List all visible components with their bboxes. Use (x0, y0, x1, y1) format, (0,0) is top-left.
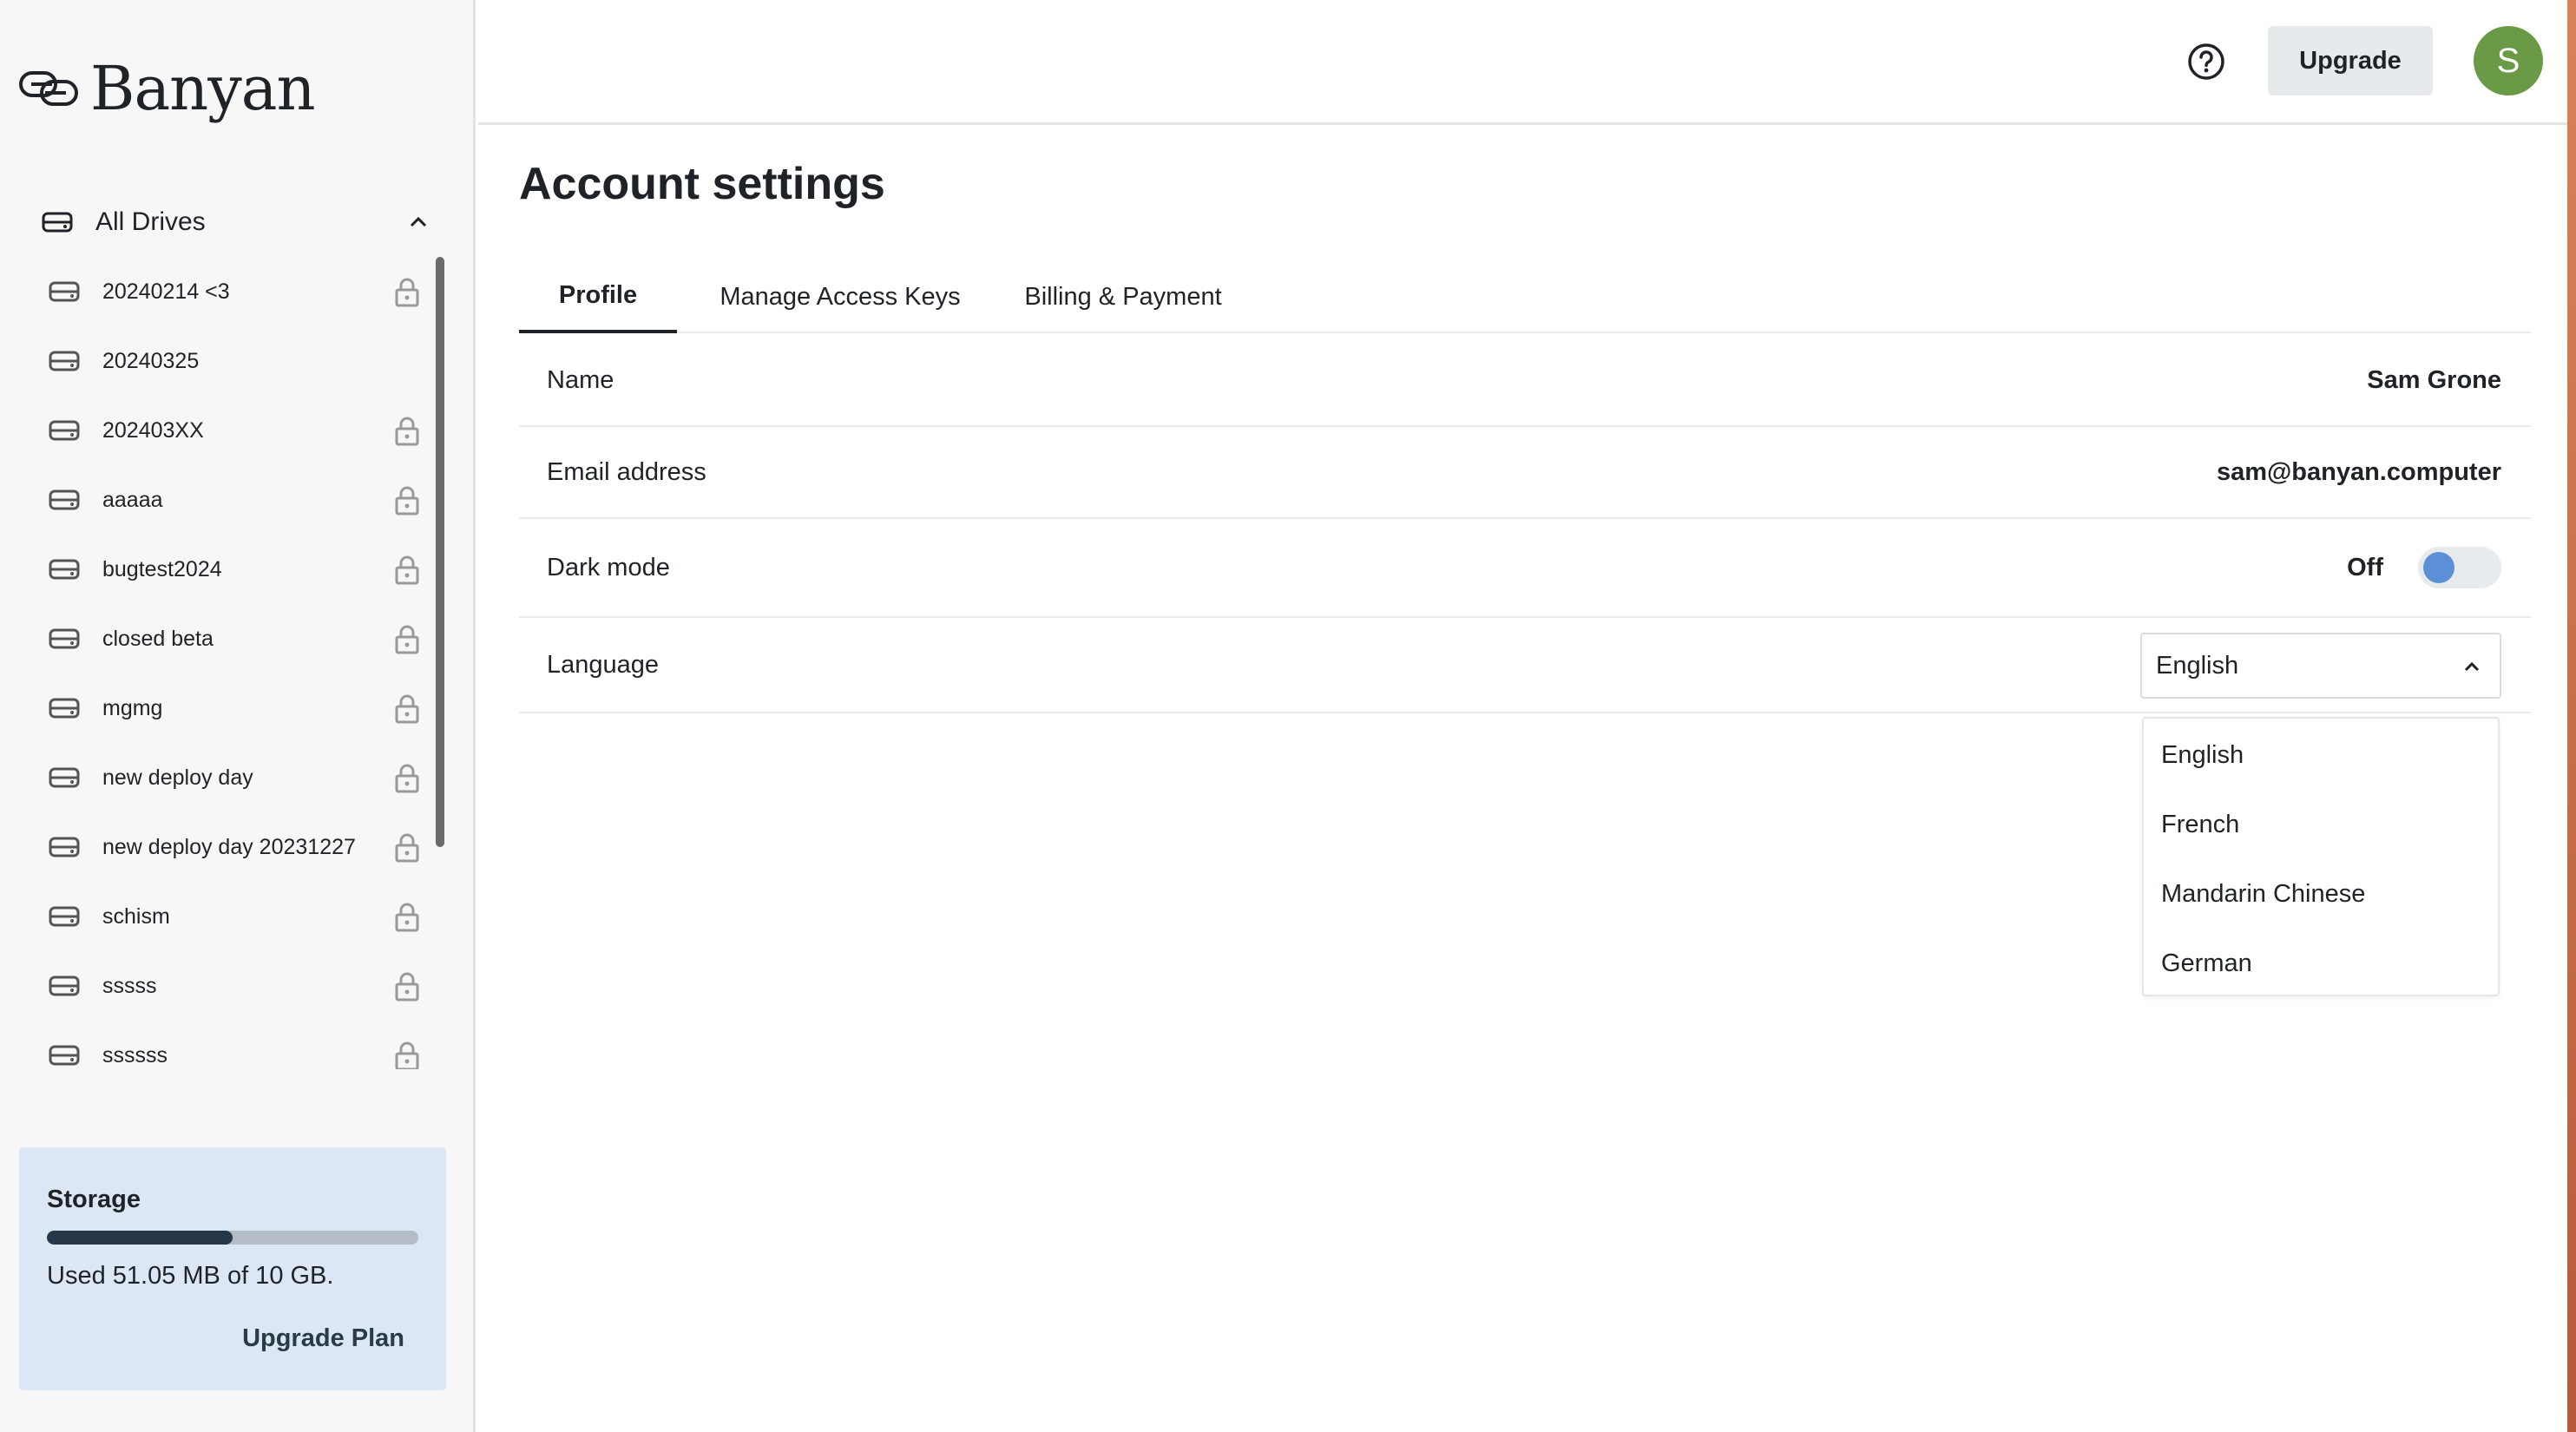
lock-icon (395, 1041, 419, 1069)
drive-icon (49, 767, 80, 788)
drive-icon (49, 489, 80, 510)
lock-icon (395, 486, 419, 516)
lock-icon (395, 764, 419, 793)
drive-item[interactable]: sssss (35, 951, 430, 1021)
drive-item[interactable]: new deploy day (35, 743, 430, 812)
language-option-mandarin-chinese[interactable]: Mandarin Chinese (2144, 859, 2498, 929)
upgrade-plan-link[interactable]: Upgrade Plan (242, 1324, 404, 1353)
banyan-logo-icon (19, 71, 78, 106)
all-drives-label: All Drives (95, 207, 206, 236)
drive-name: ssssss (102, 1042, 168, 1067)
name-label: Name (547, 366, 614, 394)
name-value: Sam Grone (2367, 366, 2501, 394)
drive-item[interactable]: schism (35, 882, 430, 951)
settings-tabs: Profile Manage Access Keys Billing & Pay… (519, 260, 2531, 333)
drive-name: new deploy day 20231227 (102, 834, 356, 859)
drive-name: bugtest2024 (102, 556, 222, 581)
drive-item[interactable]: new deploy day 20231227 (35, 812, 430, 882)
app-window: Banyan All Drives 20240214 <3 20240325 2… (0, 0, 2576, 1432)
storage-progress-fill (47, 1231, 233, 1245)
email-row: Email address sam@banyan.computer (519, 427, 2531, 519)
toggle-knob (2423, 552, 2454, 583)
tab-manage-access-keys[interactable]: Manage Access Keys (712, 260, 969, 333)
avatar[interactable]: S (2474, 26, 2543, 95)
email-value: sam@banyan.computer (2216, 458, 2501, 486)
drive-name: aaaaa (102, 487, 163, 512)
drive-icon (49, 975, 80, 996)
banyan-logo[interactable]: Banyan (17, 53, 316, 124)
drive-item[interactable]: bugtest2024 (35, 535, 430, 604)
drive-name: 20240325 (102, 348, 200, 373)
language-selected-value: English (2156, 652, 2239, 680)
language-option-german[interactable]: German (2144, 929, 2498, 998)
logo-text: Banyan (90, 53, 316, 124)
drive-name: new deploy day (102, 765, 253, 790)
drive-name: schism (102, 903, 170, 929)
upgrade-button[interactable]: Upgrade (2268, 26, 2433, 95)
drive-item[interactable]: aaaaa (35, 465, 430, 535)
page-title: Account settings (519, 159, 885, 209)
storage-title: Storage (47, 1186, 141, 1213)
lock-icon (395, 278, 419, 307)
drive-icon (49, 559, 80, 580)
drive-name: closed beta (102, 626, 214, 651)
all-drives-toggle[interactable]: All Drives (42, 201, 430, 243)
help-circle-icon[interactable] (2186, 42, 2226, 82)
drive-icon (49, 628, 80, 649)
lock-icon (395, 625, 419, 654)
storage-card: Storage Used 51.05 MB of 10 GB. Upgrade … (19, 1147, 446, 1390)
drive-item[interactable]: 202403XX (35, 396, 430, 465)
tab-profile[interactable]: Profile (519, 260, 677, 333)
language-row: Language English (519, 618, 2531, 713)
chevron-up-icon (410, 216, 427, 227)
drive-icon (49, 281, 80, 302)
lock-icon (395, 555, 419, 585)
drive-item[interactable]: mgmg (35, 673, 430, 743)
drive-name: 20240214 <3 (102, 279, 230, 304)
drive-name: mgmg (102, 695, 163, 720)
drive-icon (49, 906, 80, 927)
drive-icon (49, 837, 80, 857)
tab-billing-payment[interactable]: Billing & Payment (1007, 260, 1239, 333)
dark-mode-state: Off (2347, 554, 2383, 581)
storage-used-text: Used 51.05 MB of 10 GB. (47, 1262, 334, 1290)
lock-icon (395, 903, 419, 932)
drive-name: sssss (102, 973, 157, 998)
language-select[interactable]: English (2140, 633, 2501, 699)
drive-item[interactable]: closed beta (35, 604, 430, 673)
chevron-up-icon (2464, 661, 2480, 672)
topbar: Upgrade S (478, 0, 2576, 125)
lock-icon (395, 833, 419, 863)
drive-icon (42, 212, 73, 233)
language-option-english[interactable]: English (2144, 720, 2498, 790)
window-edge (2567, 0, 2576, 1432)
storage-progress-bar (47, 1231, 418, 1245)
lock-icon (395, 694, 419, 724)
language-dropdown: English French Mandarin Chinese German (2142, 717, 2500, 996)
drive-icon (49, 698, 80, 719)
drive-name: 202403XX (102, 417, 204, 443)
drive-icon (49, 1045, 80, 1066)
sidebar-scrollbar[interactable] (436, 257, 444, 847)
lock-icon (395, 972, 419, 1002)
drive-item[interactable]: 20240214 <3 (35, 257, 430, 326)
language-label: Language (547, 651, 660, 679)
drive-item[interactable]: ssssss (35, 1021, 430, 1069)
language-option-french[interactable]: French (2144, 790, 2498, 859)
sidebar: Banyan All Drives 20240214 <3 20240325 2… (0, 0, 476, 1432)
dark-mode-row: Dark mode Off (519, 519, 2531, 618)
name-row: Name Sam Grone (519, 335, 2531, 427)
lock-icon (395, 417, 419, 446)
email-label: Email address (547, 458, 706, 486)
dark-mode-toggle[interactable] (2418, 547, 2501, 588)
drive-list: 20240214 <3 20240325 202403XX aaaaa bugt… (35, 257, 430, 1069)
drive-icon (49, 420, 80, 441)
drive-item[interactable]: 20240325 (35, 326, 430, 396)
dark-mode-label: Dark mode (547, 554, 670, 581)
drive-icon (49, 351, 80, 371)
